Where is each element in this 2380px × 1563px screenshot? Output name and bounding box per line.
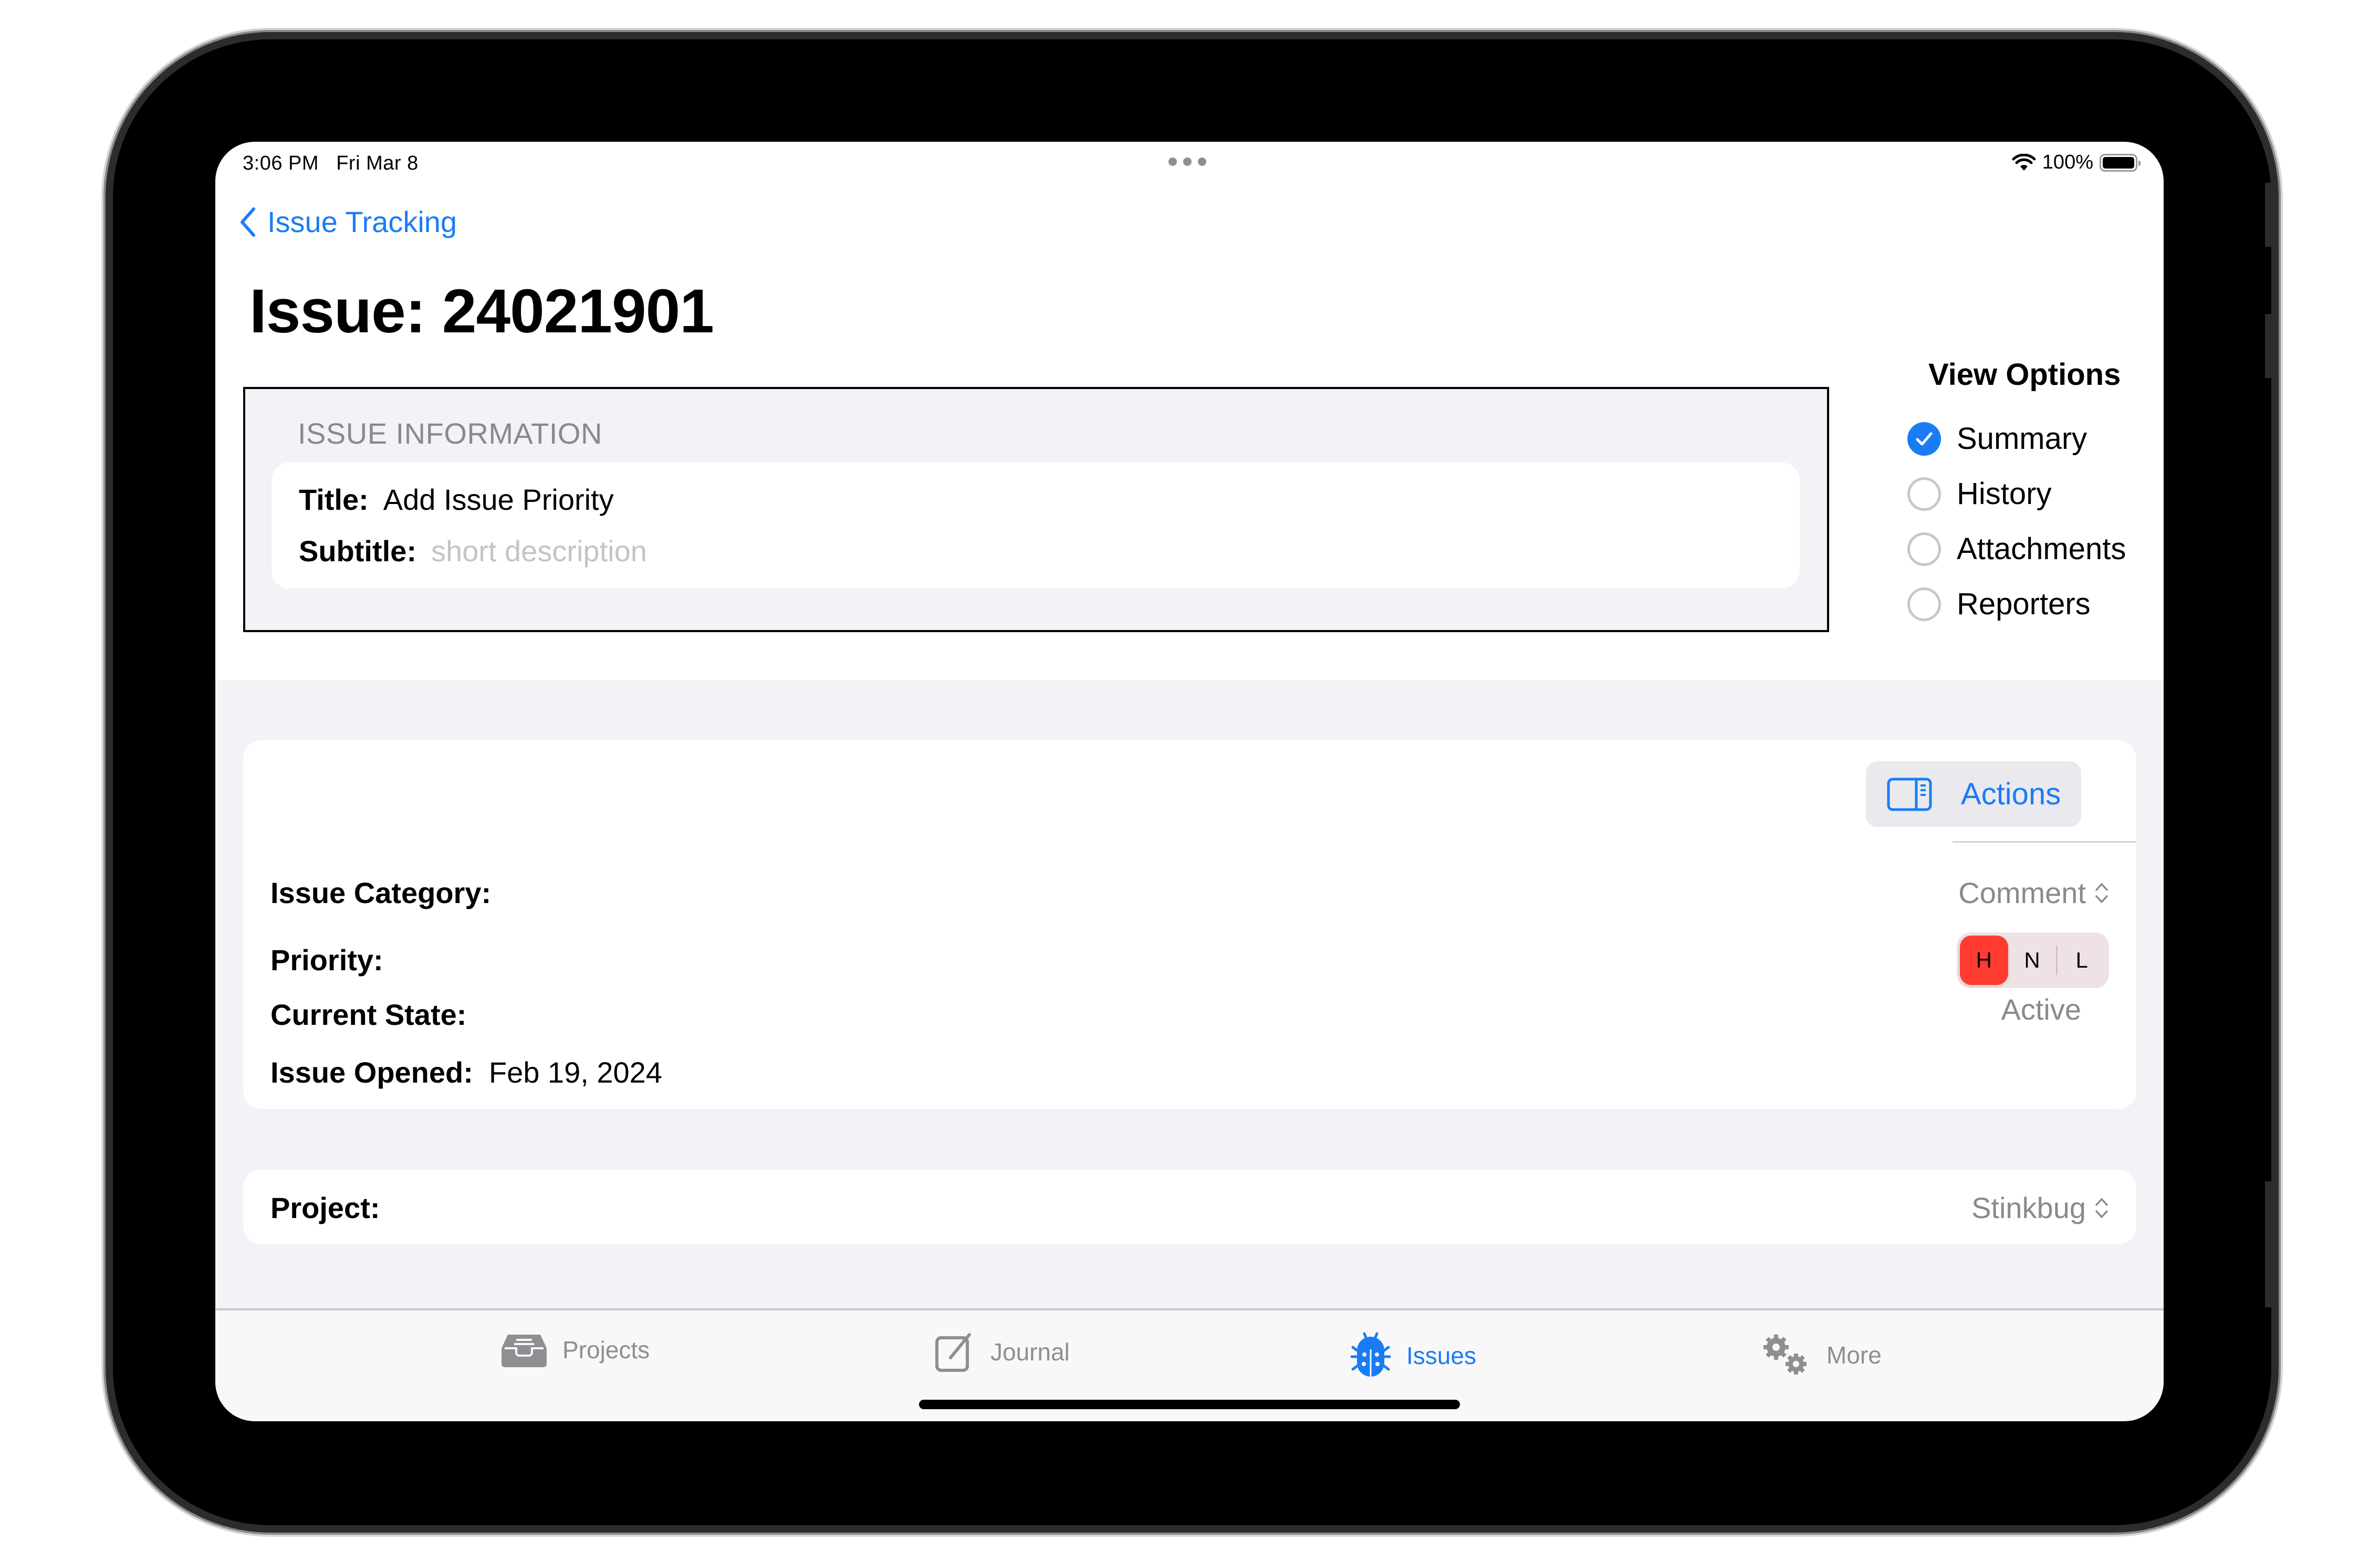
divider bbox=[1953, 841, 2136, 843]
back-label: Issue Tracking bbox=[267, 205, 457, 238]
priority-low-segment[interactable]: L bbox=[2058, 936, 2106, 985]
tab-label: More bbox=[1826, 1341, 1882, 1369]
status-indicators: 100% bbox=[2012, 151, 2141, 174]
project-value: Stinkbug bbox=[1971, 1191, 2086, 1224]
back-button[interactable]: Issue Tracking bbox=[239, 205, 457, 239]
opened-date: Feb 19, 2024 bbox=[488, 1056, 662, 1089]
tab-journal[interactable]: Journal bbox=[935, 1331, 1070, 1372]
side-button bbox=[2265, 1181, 2271, 1307]
battery-icon bbox=[2100, 153, 2141, 172]
category-value: Comment bbox=[1958, 876, 2086, 909]
date: Fri Mar 8 bbox=[336, 152, 419, 174]
clock: 3:06 PM bbox=[243, 152, 319, 174]
chevron-left-icon bbox=[241, 207, 255, 237]
details-grouped-list: Actions Issue Category: Comment Priority… bbox=[215, 680, 2164, 1310]
project-picker[interactable]: Stinkbug bbox=[1971, 1191, 2109, 1225]
volume-button bbox=[2265, 314, 2271, 378]
opened-row: Issue Opened: Feb 19, 2024 bbox=[270, 1055, 662, 1089]
tab-issues[interactable]: Issues bbox=[1350, 1331, 1476, 1380]
subtitle-label: Subtitle: bbox=[299, 534, 416, 568]
view-option-reporters[interactable]: Reporters bbox=[1907, 576, 2126, 632]
view-option-summary[interactable]: Summary bbox=[1907, 411, 2126, 466]
section-header: ISSUE INFORMATION bbox=[298, 417, 602, 450]
title-label: Title: bbox=[299, 483, 369, 516]
radio-unchecked-icon bbox=[1907, 477, 1941, 511]
tab-projects[interactable]: Projects bbox=[500, 1331, 650, 1368]
multitasking-dots-icon[interactable] bbox=[1168, 158, 1206, 166]
page-title: Issue: 24021901 bbox=[249, 277, 714, 346]
tab-label: Journal bbox=[990, 1338, 1070, 1366]
view-options-title: View Options bbox=[1928, 358, 2121, 392]
issue-information-card: Title: Add Issue Priority Subtitle: shor… bbox=[272, 463, 1800, 589]
status-time: 3:06 PM Fri Mar 8 bbox=[243, 152, 419, 175]
compose-icon bbox=[935, 1333, 971, 1372]
view-option-attachments[interactable]: Attachments bbox=[1907, 521, 2126, 576]
title-field[interactable]: Add Issue Priority bbox=[383, 482, 614, 517]
home-indicator[interactable] bbox=[919, 1400, 1460, 1409]
view-option-label: Summary bbox=[1957, 422, 2087, 456]
tab-label: Issues bbox=[1406, 1342, 1476, 1369]
ladybug-icon bbox=[1350, 1332, 1391, 1378]
subtitle-field[interactable]: short description bbox=[431, 534, 647, 568]
battery-percent: 100% bbox=[2042, 151, 2093, 173]
tray-icon bbox=[502, 1335, 547, 1367]
priority-label: Priority: bbox=[270, 943, 383, 977]
view-option-label: Attachments bbox=[1957, 532, 2126, 566]
priority-segmented-control[interactable]: H N L bbox=[1957, 932, 2109, 988]
priority-normal-segment[interactable]: N bbox=[2008, 936, 2057, 985]
tab-more[interactable]: More bbox=[1759, 1331, 1882, 1379]
priority-high-segment[interactable]: H bbox=[1960, 936, 2008, 985]
radio-unchecked-icon bbox=[1907, 532, 1941, 566]
tab-label: Projects bbox=[562, 1336, 650, 1363]
subtitle-row: Subtitle: short description bbox=[299, 534, 647, 568]
top-button bbox=[2265, 183, 2271, 247]
project-label: Project: bbox=[270, 1191, 380, 1224]
state-value: Active bbox=[2001, 993, 2082, 1026]
gears-icon bbox=[1763, 1335, 1807, 1375]
opened-label: Issue Opened: bbox=[270, 1056, 473, 1089]
radio-checked-icon bbox=[1907, 422, 1941, 456]
category-label: Issue Category: bbox=[270, 876, 492, 909]
view-option-history[interactable]: History bbox=[1907, 466, 2126, 521]
view-option-label: History bbox=[1957, 477, 2052, 511]
chevron-up-down-icon bbox=[2095, 883, 2108, 903]
details-card: Actions Issue Category: Comment Priority… bbox=[243, 740, 2136, 1109]
sidebar-right-icon bbox=[1887, 778, 1932, 811]
screen: 3:06 PM Fri Mar 8 100% Issue Tracking Is… bbox=[215, 142, 2164, 1421]
wifi-icon bbox=[2012, 153, 2036, 171]
title-row: Title: Add Issue Priority bbox=[299, 482, 614, 517]
radio-unchecked-icon bbox=[1907, 587, 1941, 621]
state-label: Current State: bbox=[270, 998, 467, 1031]
view-options: View Options Summary History Attachments… bbox=[1907, 357, 2126, 632]
actions-label: Actions bbox=[1961, 777, 2061, 811]
chevron-up-down-icon bbox=[2095, 1198, 2108, 1218]
project-card: Project: Stinkbug bbox=[243, 1170, 2136, 1244]
category-picker[interactable]: Comment bbox=[1958, 876, 2109, 910]
view-option-label: Reporters bbox=[1957, 587, 2091, 621]
actions-button[interactable]: Actions bbox=[1866, 761, 2081, 827]
issue-information-section: ISSUE INFORMATION Title: Add Issue Prior… bbox=[243, 387, 1829, 632]
